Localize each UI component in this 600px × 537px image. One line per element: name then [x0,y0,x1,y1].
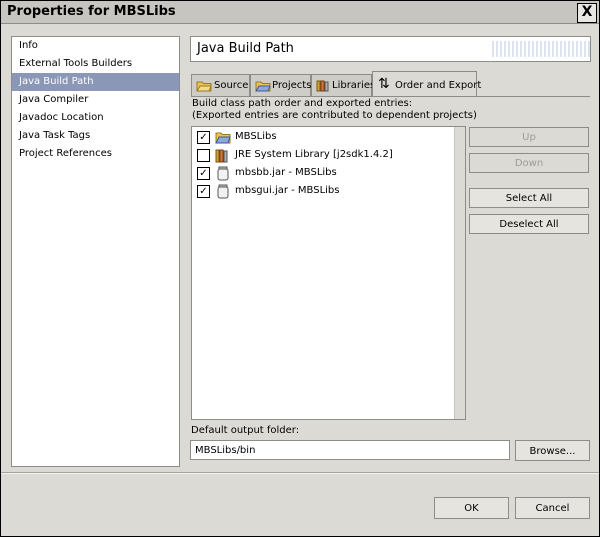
ok-button[interactable]: OK [434,497,509,519]
entry-label: mbsgui.jar - MBSLibs [235,185,340,196]
jar-icon [217,184,229,199]
order-description-line-1: Build class path order and exported entr… [192,98,413,109]
tab-projects-label: Projects [272,80,312,91]
properties-dialog: Properties for MBSLibs X Info External T… [0,0,600,537]
list-scrollbar[interactable] [454,127,465,419]
tab-libraries[interactable]: Libraries [311,74,376,96]
title-bar[interactable]: Properties for MBSLibs X [1,1,599,24]
output-folder-input[interactable] [190,440,510,460]
jar-icon [217,166,229,181]
dialog-separator [1,472,599,474]
classpath-entry-list[interactable]: ✓ MBSLibs JRE System Library [j2sdk1.4.2… [191,126,466,420]
export-checkbox[interactable]: ✓ [197,185,210,198]
nav-item-java-task-tags[interactable]: Java Task Tags [12,127,179,145]
deselect-all-button[interactable]: Deselect All [469,214,589,234]
output-folder-label: Default output folder: [191,425,300,436]
page-title-box: Java Build Path [190,36,591,62]
nav-item-info[interactable]: Info [12,37,179,55]
window-title: Properties for MBSLibs [7,4,176,19]
up-button[interactable]: Up [469,127,589,147]
property-page-list: Info External Tools Builders Java Build … [11,36,180,467]
entry-label: mbsbb.jar - MBSLibs [235,167,337,178]
close-button[interactable]: X [577,3,597,23]
nav-item-java-build-path[interactable]: Java Build Path [12,73,179,91]
project-folder-icon [255,81,271,92]
source-folder-icon [196,81,212,92]
export-checkbox[interactable] [197,149,210,162]
order-arrows-icon: ⇅ [378,76,390,92]
libraries-icon [316,80,329,92]
nav-item-external-tools-builders[interactable]: External Tools Builders [12,55,179,73]
tab-source-label: Source [214,80,249,91]
order-description-line-2: (Exported entries are contributed to dep… [192,110,477,121]
tab-order-and-export[interactable]: ⇅ Order and Export [372,71,481,97]
export-checkbox[interactable]: ✓ [197,131,210,144]
library-books-icon [215,149,228,163]
select-all-button[interactable]: Select All [469,188,589,208]
tab-libraries-label: Libraries [332,80,376,91]
order-and-export-panel: Build class path order and exported entr… [191,96,590,471]
export-checkbox[interactable]: ✓ [197,167,210,180]
page-title: Java Build Path [197,41,294,56]
title-decoration [490,41,590,57]
nav-item-javadoc-location[interactable]: Javadoc Location [12,109,179,127]
cancel-button[interactable]: Cancel [515,497,590,519]
tab-source[interactable]: Source [191,74,250,96]
order-description: Build class path order and exported entr… [192,98,477,122]
entry-label: JRE System Library [j2sdk1.4.2] [235,149,393,160]
nav-item-java-compiler[interactable]: Java Compiler [12,91,179,109]
browse-button[interactable]: Browse... [515,440,590,461]
entry-label: MBSLibs [235,131,277,142]
tab-order-and-export-label: Order and Export [395,80,482,91]
down-button[interactable]: Down [469,153,589,173]
tab-projects[interactable]: Projects [250,74,311,96]
project-folder-icon [215,132,231,144]
nav-item-project-references[interactable]: Project References [12,145,179,163]
